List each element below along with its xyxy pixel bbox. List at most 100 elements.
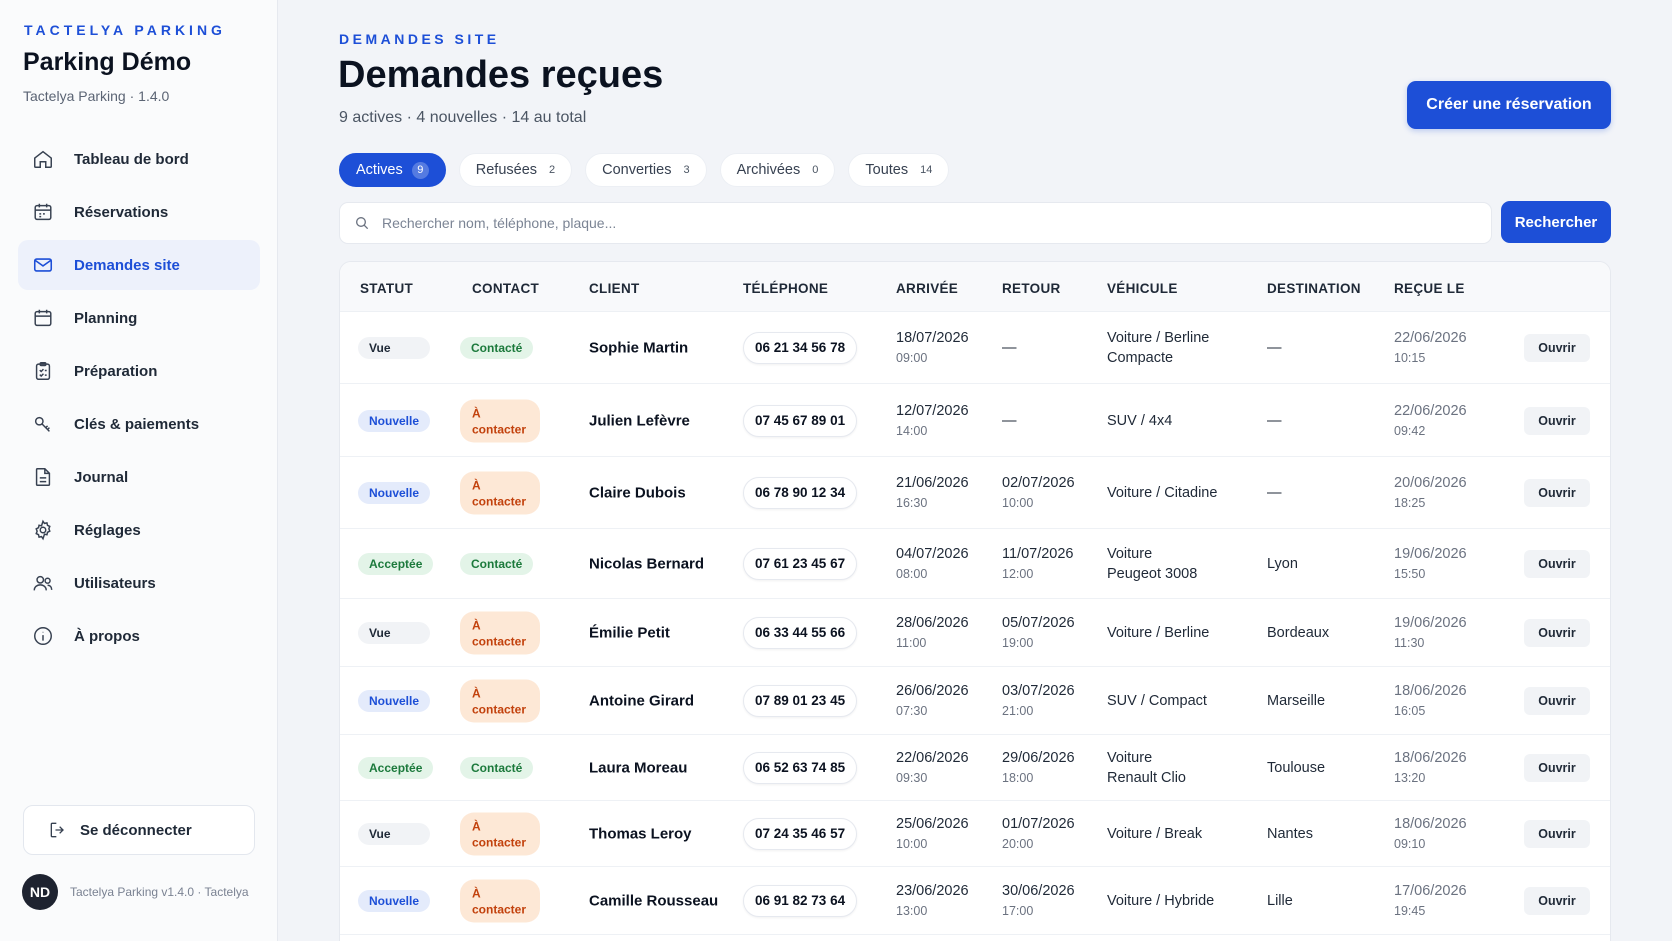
phone-chip[interactable]: 07 45 67 89 01 xyxy=(743,404,858,437)
phone-chip[interactable]: 07 24 35 46 57 xyxy=(743,817,858,850)
sidebar-item-preparation[interactable]: Préparation xyxy=(18,346,260,396)
home-icon xyxy=(34,150,52,168)
logout-button[interactable]: Se déconnecter xyxy=(23,805,255,855)
arrival-time: 09:00 xyxy=(896,350,928,365)
phone-chip[interactable]: 06 33 44 55 66 xyxy=(743,616,858,649)
client-name: Émilie Petit xyxy=(589,624,670,641)
return-time: 17:00 xyxy=(1002,903,1034,918)
tab-label: Refusées xyxy=(475,162,538,178)
tab-refusees[interactable]: Refusées 2 xyxy=(458,153,573,187)
sidebar-item-reglages[interactable]: Réglages xyxy=(18,505,260,555)
table-row: Acceptée Contacté Laura Moreau 06 52 63 … xyxy=(340,735,1610,801)
received-time: 11:30 xyxy=(1394,635,1425,650)
contact-badge: À contacter xyxy=(460,399,540,442)
client-name: Nicolas Bernard xyxy=(589,555,705,572)
gear-icon xyxy=(35,519,51,541)
open-button[interactable]: Ouvrir xyxy=(1524,886,1590,915)
requests-table: STATUT CONTACT CLIENT TÉLÉPHONE ARRIVÉE … xyxy=(339,261,1611,941)
section-eyebrow: DEMANDES SITE xyxy=(339,31,500,47)
open-button[interactable]: Ouvrir xyxy=(1524,333,1590,362)
sidebar-item-journal[interactable]: Journal xyxy=(18,452,260,502)
contact-badge: Contacté xyxy=(460,756,534,779)
open-button[interactable]: Ouvrir xyxy=(1524,753,1590,782)
destination: Toulouse xyxy=(1267,759,1326,776)
phone-chip[interactable]: 06 78 90 12 34 xyxy=(743,476,858,509)
return-time: 20:00 xyxy=(1002,836,1034,851)
open-button[interactable]: Ouvrir xyxy=(1524,686,1590,715)
tab-converties[interactable]: Converties 3 xyxy=(585,153,707,187)
arrival-date: 21/06/2026 xyxy=(896,474,969,491)
received-date: 22/06/2026 xyxy=(1394,329,1467,346)
arrival-time: 07:30 xyxy=(896,703,928,718)
destination: Bordeaux xyxy=(1267,624,1330,641)
arrival-time: 08:00 xyxy=(896,566,928,581)
contact-badge: À contacter xyxy=(460,471,540,514)
status-badge: Nouvelle xyxy=(358,689,431,712)
header-vehicule: VÉHICULE xyxy=(1107,281,1178,296)
received-time: 16:05 xyxy=(1394,703,1426,718)
tab-label: Toutes xyxy=(865,162,909,178)
sidebar-item-demandes-site[interactable]: Demandes site xyxy=(18,240,260,290)
return-time: 21:00 xyxy=(1002,703,1034,718)
return-date: 03/07/2026 xyxy=(1002,682,1075,699)
sidebar-item-label: Utilisateurs xyxy=(74,574,156,592)
status-badge: Vue xyxy=(358,621,430,644)
open-button[interactable]: Ouvrir xyxy=(1524,478,1590,507)
document-icon xyxy=(35,468,51,486)
open-button[interactable]: Ouvrir xyxy=(1524,549,1590,578)
users-icon xyxy=(33,575,53,591)
tab-toutes[interactable]: Toutes 14 xyxy=(848,153,950,187)
sidebar-item-a-propos[interactable]: À propos xyxy=(18,611,260,661)
status-badge: Acceptée xyxy=(358,756,434,779)
destination: — xyxy=(1267,412,1282,429)
return-date: 05/07/2026 xyxy=(1002,614,1075,631)
mail-icon xyxy=(33,258,53,272)
arrival-date: 23/06/2026 xyxy=(896,882,969,899)
arrival-date: 04/07/2026 xyxy=(896,545,969,562)
table-row: Nouvelle À contacter Antoine Girard 07 8… xyxy=(340,667,1610,735)
arrival-time: 09:30 xyxy=(896,770,928,785)
client-name: Camille Rousseau xyxy=(589,892,719,909)
sidebar-item-reservations[interactable]: Réservations xyxy=(18,187,260,237)
tab-count: 0 xyxy=(812,164,819,176)
vehicle-type: Voiture xyxy=(1107,545,1153,562)
client-name: Claire Dubois xyxy=(589,484,686,501)
sidebar-item-label: Réglages xyxy=(74,521,141,539)
tab-count: 9 xyxy=(411,161,429,179)
destination: Marseille xyxy=(1267,692,1326,709)
open-button[interactable]: Ouvrir xyxy=(1524,819,1590,848)
sidebar-item-utilisateurs[interactable]: Utilisateurs xyxy=(18,558,260,608)
tab-count: 3 xyxy=(683,164,690,176)
phone-chip[interactable]: 06 21 34 56 78 xyxy=(743,331,858,364)
avatar[interactable]: ND xyxy=(22,874,58,910)
phone-chip[interactable]: 07 89 01 23 45 xyxy=(743,684,858,717)
arrival-time: 16:30 xyxy=(896,495,928,510)
return-time: 19:00 xyxy=(1002,635,1034,650)
sidebar-item-cles-paiements[interactable]: Clés & paiements xyxy=(18,399,260,449)
vehicle-model: Peugeot 3008 xyxy=(1107,565,1198,582)
header-client: CLIENT xyxy=(589,281,640,296)
footer-text: Tactelya Parking v1.4.0 · Tactelya xyxy=(70,885,249,899)
arrival-date: 25/06/2026 xyxy=(896,815,969,832)
received-time: 09:10 xyxy=(1394,836,1426,851)
open-button[interactable]: Ouvrir xyxy=(1524,406,1590,435)
open-button[interactable]: Ouvrir xyxy=(1524,618,1590,647)
search-button[interactable]: Rechercher xyxy=(1501,201,1611,243)
vehicle-model: Renault Clio xyxy=(1107,769,1186,786)
sidebar-item-planning[interactable]: Planning xyxy=(18,293,260,343)
status-badge: Vue xyxy=(358,822,430,845)
create-reservation-button[interactable]: Créer une réservation xyxy=(1407,81,1611,129)
tab-archivees[interactable]: Archivées 0 xyxy=(719,153,836,187)
tab-actives[interactable]: Actives 9 xyxy=(339,153,446,187)
search-input[interactable] xyxy=(382,215,1491,231)
filter-tabs: Actives 9 Refusées 2 Converties 3 Archiv… xyxy=(339,153,962,187)
client-name: Laura Moreau xyxy=(589,759,688,776)
phone-chip[interactable]: 06 52 63 74 85 xyxy=(743,751,858,784)
received-date: 18/06/2026 xyxy=(1394,682,1467,699)
phone-chip[interactable]: 06 91 82 73 64 xyxy=(743,884,858,917)
sidebar-item-tableau-de-bord[interactable]: Tableau de bord xyxy=(18,134,260,184)
arrival-time: 10:00 xyxy=(896,836,928,851)
received-time: 18:25 xyxy=(1394,495,1426,510)
phone-chip[interactable]: 07 61 23 45 67 xyxy=(743,547,858,580)
table-header: STATUT CONTACT CLIENT TÉLÉPHONE ARRIVÉE … xyxy=(340,262,1610,312)
